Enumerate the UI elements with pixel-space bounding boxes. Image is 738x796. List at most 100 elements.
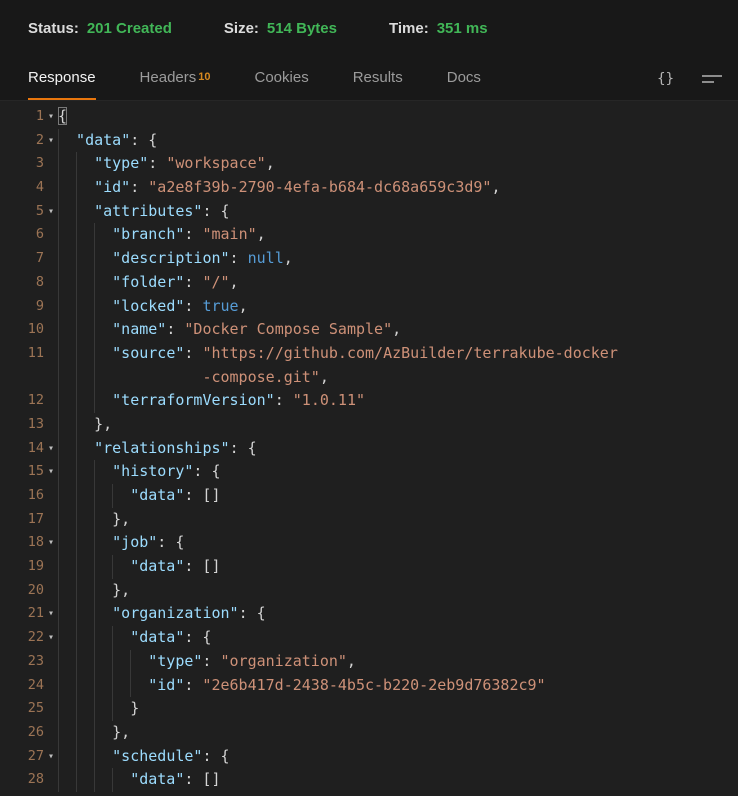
- code-text[interactable]: "type": "organization",: [58, 650, 356, 674]
- code-text[interactable]: "source": "https://github.com/AzBuilder/…: [58, 342, 618, 366]
- status-group-status: Status: 201 Created: [28, 20, 172, 37]
- menu-icon[interactable]: [700, 71, 724, 87]
- tab-response-label: Response: [28, 69, 96, 86]
- code-token: :: [184, 225, 202, 243]
- code-token: null: [248, 249, 284, 267]
- line-number: 2: [0, 129, 44, 153]
- fold-chevron-icon[interactable]: ▾: [44, 460, 58, 484]
- code-token: : []: [184, 770, 220, 788]
- line-number: 11: [0, 342, 44, 366]
- fold-chevron-icon[interactable]: ▾: [44, 531, 58, 555]
- fold-gutter: [44, 650, 58, 674]
- tab-cookies-label: Cookies: [255, 69, 309, 86]
- line-number: 25: [0, 697, 44, 721]
- line-number: 8: [0, 271, 44, 295]
- code-text[interactable]: "data": []: [58, 484, 221, 508]
- fold-chevron-icon[interactable]: ▾: [44, 745, 58, 769]
- fold-chevron-icon[interactable]: ▾: [44, 200, 58, 224]
- indent-guide: [76, 176, 94, 200]
- code-text[interactable]: "name": "Docker Compose Sample",: [58, 318, 401, 342]
- code-text[interactable]: }: [58, 697, 139, 721]
- fold-chevron-icon[interactable]: ▾: [44, 602, 58, 626]
- status-label: Status:: [28, 20, 79, 37]
- code-text[interactable]: "data": {: [58, 129, 157, 153]
- tab-response[interactable]: Response: [28, 56, 96, 100]
- fold-chevron-icon[interactable]: ▾: [44, 626, 58, 650]
- code-token: "id": [148, 676, 184, 694]
- fold-chevron-icon[interactable]: ▾: [44, 437, 58, 461]
- gutter: 26: [0, 721, 58, 745]
- code-token: ,: [284, 249, 293, 267]
- tab-docs[interactable]: Docs: [447, 56, 481, 100]
- gutter: 4: [0, 176, 58, 200]
- indent-guide: [94, 721, 112, 745]
- indent-guide: [94, 602, 112, 626]
- code-text[interactable]: },: [58, 413, 112, 437]
- fold-gutter: [44, 721, 58, 745]
- indent-guide: [58, 437, 76, 461]
- fold-chevron-icon[interactable]: ▾: [44, 105, 58, 129]
- code-line: -compose.git",: [0, 366, 738, 390]
- code-text[interactable]: "folder": "/",: [58, 271, 239, 295]
- code-token: :: [230, 249, 248, 267]
- code-token: "/": [202, 273, 229, 291]
- code-token: "data": [130, 628, 184, 646]
- code-text[interactable]: -compose.git",: [58, 366, 329, 390]
- fold-gutter: [44, 697, 58, 721]
- code-token: },: [94, 415, 112, 433]
- tabbar-icons: {}: [657, 56, 724, 101]
- line-number: 9: [0, 295, 44, 319]
- tab-cookies[interactable]: Cookies: [255, 56, 309, 100]
- code-token: "main": [202, 225, 256, 243]
- code-text[interactable]: "schedule": {: [58, 745, 230, 769]
- code-token: "organization": [112, 604, 238, 622]
- code-text[interactable]: "branch": "main",: [58, 223, 266, 247]
- code-text[interactable]: "job": {: [58, 531, 184, 555]
- tab-headers[interactable]: Headers 10: [140, 56, 211, 100]
- tab-results[interactable]: Results: [353, 56, 403, 100]
- code-text[interactable]: "data": {: [58, 626, 211, 650]
- code-text[interactable]: "organization": {: [58, 602, 266, 626]
- code-text[interactable]: "relationships": {: [58, 437, 257, 461]
- code-token: },: [112, 581, 130, 599]
- gutter: 15▾: [0, 460, 58, 484]
- code-text[interactable]: },: [58, 508, 130, 532]
- code-token: : {: [130, 131, 157, 149]
- code-token: },: [112, 723, 130, 741]
- code-text[interactable]: "description": null,: [58, 247, 293, 271]
- status-value: 201 Created: [87, 20, 172, 37]
- code-token: "folder": [112, 273, 184, 291]
- code-text[interactable]: "data": []: [58, 768, 221, 792]
- code-text[interactable]: "data": []: [58, 555, 221, 579]
- line-number: 13: [0, 413, 44, 437]
- code-token: ,: [392, 320, 401, 338]
- code-text[interactable]: },: [58, 721, 130, 745]
- indent-guide: [94, 674, 112, 698]
- code-line: 6"branch": "main",: [0, 223, 738, 247]
- code-token: : {: [239, 604, 266, 622]
- time-value: 351 ms: [437, 20, 488, 37]
- indent-guide: [58, 342, 76, 366]
- code-line: 24"id": "2e6b417d-2438-4b5c-b220-2eb9d76…: [0, 674, 738, 698]
- response-json-editor[interactable]: 1▾{2▾"data": {3"type": "workspace",4"id"…: [0, 101, 738, 792]
- code-token: : []: [184, 557, 220, 575]
- gutter: 13: [0, 413, 58, 437]
- fold-chevron-icon[interactable]: ▾: [44, 129, 58, 153]
- format-braces-icon[interactable]: {}: [657, 71, 674, 87]
- code-token: "organization": [220, 652, 346, 670]
- fold-gutter: [44, 247, 58, 271]
- code-token: : {: [230, 439, 257, 457]
- indent-guide: [58, 200, 76, 224]
- code-line: 12"terraformVersion": "1.0.11": [0, 389, 738, 413]
- code-text[interactable]: "attributes": {: [58, 200, 230, 224]
- code-text[interactable]: {: [58, 105, 67, 129]
- code-text[interactable]: "id": "a2e8f39b-2790-4efa-b684-dc68a659c…: [58, 176, 500, 200]
- line-number: 4: [0, 176, 44, 200]
- code-text[interactable]: },: [58, 579, 130, 603]
- code-text[interactable]: "id": "2e6b417d-2438-4b5c-b220-2eb9d7638…: [58, 674, 546, 698]
- code-text[interactable]: "locked": true,: [58, 295, 248, 319]
- gutter: 5▾: [0, 200, 58, 224]
- code-text[interactable]: "history": {: [58, 460, 221, 484]
- code-text[interactable]: "type": "workspace",: [58, 152, 275, 176]
- code-text[interactable]: "terraformVersion": "1.0.11": [58, 389, 365, 413]
